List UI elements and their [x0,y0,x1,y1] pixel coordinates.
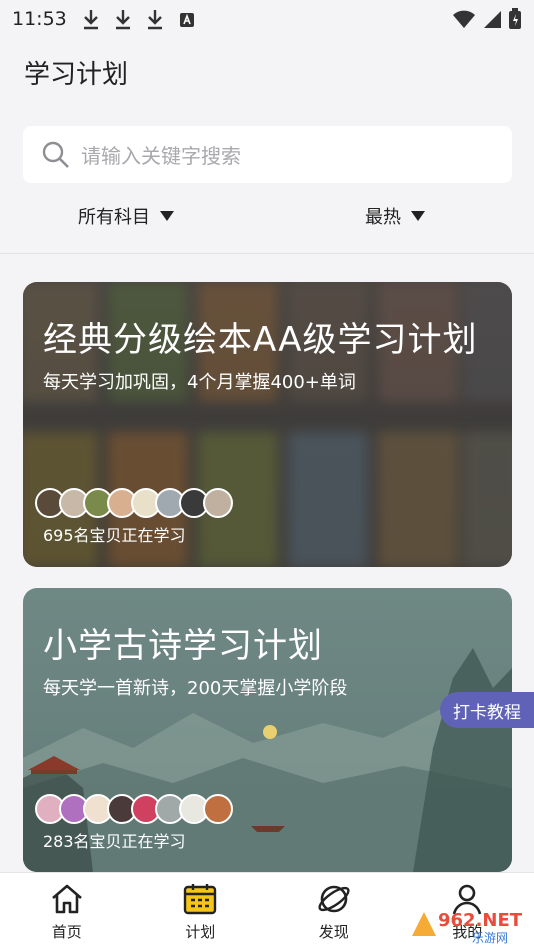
tab-discover[interactable]: 发现 [267,873,401,952]
status-icons [452,8,522,30]
plan-subtitle: 每天学习加巩固，4个月掌握400+单词 [43,368,356,394]
download-icon [113,8,133,30]
filter-bar: 所有科目 最热 [0,195,534,241]
checkin-tutorial-button[interactable]: 打卡教程 [440,692,534,728]
learner-count: 283名宝贝正在学习 [43,828,186,852]
sort-filter[interactable]: 最热 [365,203,425,229]
learner-count: 695名宝贝正在学习 [43,522,186,546]
site-watermark-logo: 962.NET 乐游网 [406,902,526,946]
search-placeholder: 请输入关键字搜索 [81,140,241,169]
caret-down-icon [160,211,174,221]
wifi-icon [452,9,476,29]
watermark-text: 962.NET [438,910,523,931]
planet-icon [316,881,352,917]
page-title: 学习计划 [24,54,128,91]
plan-title: 经典分级绘本AA级学习计划 [43,312,477,361]
tab-plan-label: 计划 [185,921,215,942]
caret-down-icon [411,211,425,221]
avatar [203,488,233,518]
plan-title: 小学古诗学习计划 [43,618,323,667]
avatar [203,794,233,824]
plan-subtitle: 每天学一首新诗，200天掌握小学阶段 [43,674,347,700]
status-time: 11:53 [12,8,67,30]
tab-plan[interactable]: 计划 [134,873,268,952]
tab-discover-label: 发现 [319,921,349,942]
divider [0,253,534,254]
download-icon [145,8,165,30]
search-bar[interactable]: 请输入关键字搜索 [23,126,512,183]
subject-filter-label: 所有科目 [78,203,150,229]
plan-card[interactable]: 小学古诗学习计划 每天学一首新诗，200天掌握小学阶段 283名宝贝正在学习 [23,588,512,872]
signal-icon [482,9,502,29]
tab-home-label: 首页 [52,921,82,942]
learner-avatars [35,794,227,824]
home-icon [49,881,85,917]
download-icon [81,8,101,30]
search-icon [41,140,71,170]
learner-avatars [35,488,227,518]
plan-card[interactable]: 经典分级绘本AA级学习计划 每天学习加巩固，4个月掌握400+单词 695名宝贝… [23,282,512,567]
tab-home[interactable]: 首页 [0,873,134,952]
sort-filter-label: 最热 [365,203,401,229]
app-notification-icon [177,8,197,30]
battery-icon [508,8,522,30]
watermark-subtext: 乐游网 [472,931,508,945]
subject-filter[interactable]: 所有科目 [78,203,174,229]
calendar-icon [182,881,218,917]
status-bar: 11:53 [0,0,534,38]
